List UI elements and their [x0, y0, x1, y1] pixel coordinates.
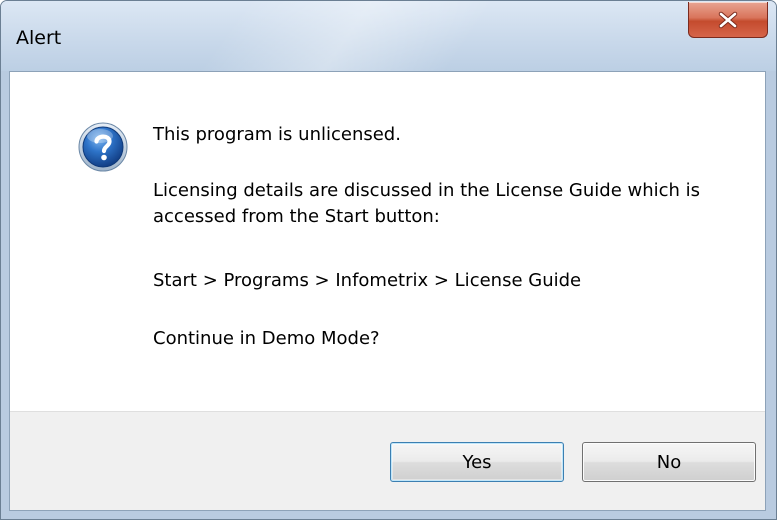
message-area: This program is unlicensed. Licensing de…: [10, 72, 765, 411]
yes-button[interactable]: Yes: [390, 442, 564, 482]
window-title: Alert: [16, 27, 62, 49]
alert-window: Alert This program is unlicensed. Licens…: [0, 0, 777, 520]
message-line-1: This program is unlicensed.: [153, 124, 401, 145]
close-icon: [718, 11, 738, 28]
title-bar[interactable]: Alert: [1, 1, 776, 71]
message-line-2: Licensing details are discussed in the L…: [153, 180, 701, 227]
button-bar: Yes No: [10, 411, 765, 510]
message-line-3: Start > Programs > Infometrix > License …: [153, 270, 582, 291]
question-icon: [78, 122, 128, 172]
message-line-4: Continue in Demo Mode?: [153, 328, 380, 349]
close-button[interactable]: [688, 2, 768, 38]
no-button[interactable]: No: [582, 442, 756, 482]
dialog-client-area: This program is unlicensed. Licensing de…: [9, 71, 766, 511]
